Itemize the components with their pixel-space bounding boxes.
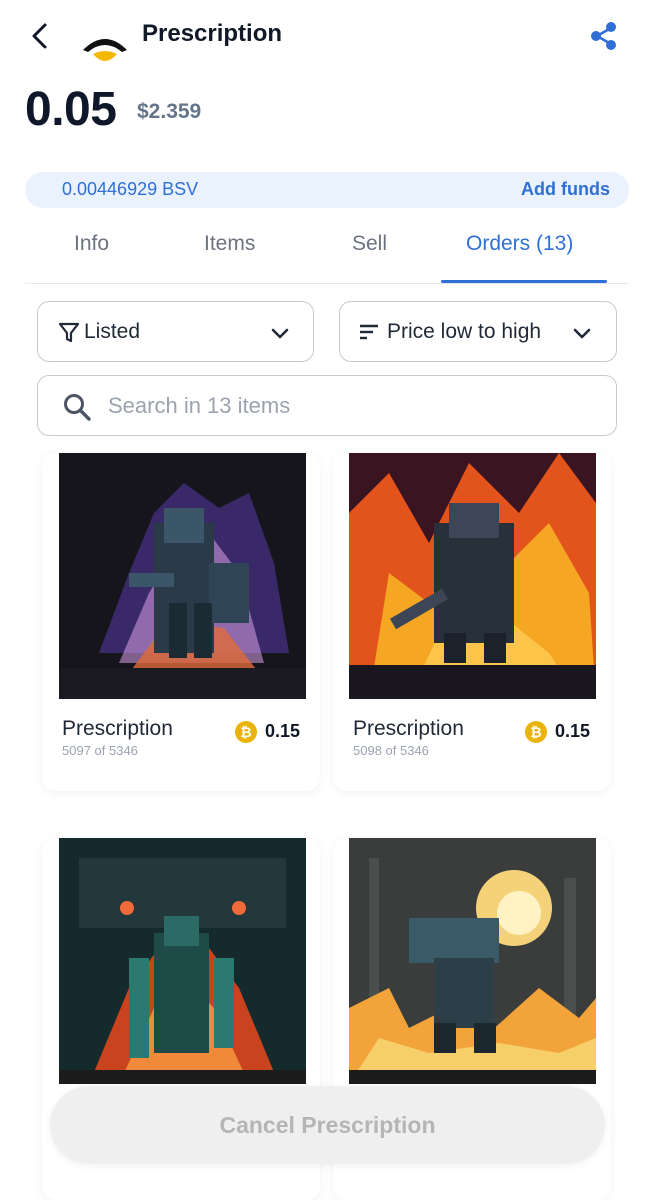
nft-edition: 5097 of 5346 bbox=[62, 743, 138, 758]
cancel-listing-button[interactable]: Cancel Prescription bbox=[50, 1086, 605, 1164]
tab-bar: Info Items Sell Orders (13) bbox=[25, 216, 629, 284]
header: Prescription bbox=[0, 0, 653, 80]
add-funds-button[interactable]: Add funds bbox=[521, 179, 610, 200]
tab-info[interactable]: Info bbox=[74, 232, 109, 256]
nft-price: 0.15 bbox=[555, 721, 591, 741]
nft-card[interactable]: Prescription 5097 of 5346 ₿ 0.15 bbox=[42, 453, 320, 791]
nft-name: Prescription bbox=[62, 717, 173, 740]
share-button[interactable] bbox=[584, 16, 624, 56]
page-title: Prescription bbox=[142, 20, 283, 47]
filter-icon bbox=[58, 322, 80, 343]
bitcoin-coin-icon: ₿ bbox=[525, 721, 547, 743]
nft-card[interactable]: Prescription 5098 of 5346 ₿ 0.15 bbox=[333, 453, 611, 791]
collection-logo bbox=[83, 39, 127, 61]
search-box bbox=[37, 375, 617, 436]
nft-image bbox=[349, 453, 596, 699]
nft-image bbox=[349, 838, 596, 1084]
share-icon bbox=[591, 22, 616, 50]
chevron-down-icon bbox=[271, 328, 289, 339]
tab-active-indicator bbox=[441, 280, 607, 283]
chevron-down-icon bbox=[573, 328, 591, 339]
status-filter-select[interactable]: Listed bbox=[37, 301, 314, 362]
balance-bar: 0.00446929 BSV Add funds bbox=[25, 172, 629, 208]
status-filter-label: Listed bbox=[84, 320, 141, 343]
price-usd: $2.359 bbox=[137, 100, 202, 123]
balance-amount: 0.00446929 BSV bbox=[62, 179, 199, 199]
bitcoin-coin-icon: ₿ bbox=[235, 721, 257, 743]
svg-text:₿: ₿ bbox=[530, 724, 541, 740]
sort-select[interactable]: Price low to high bbox=[339, 301, 617, 362]
back-button[interactable] bbox=[22, 16, 58, 56]
chevron-left-icon bbox=[32, 23, 47, 49]
nft-image bbox=[59, 838, 306, 1084]
search-icon bbox=[64, 394, 91, 421]
tab-orders[interactable]: Orders (13) bbox=[466, 232, 573, 256]
tab-items[interactable]: Items bbox=[204, 232, 255, 256]
tab-sell[interactable]: Sell bbox=[352, 232, 387, 256]
sort-label: Price low to high bbox=[387, 320, 542, 343]
nft-price: 0.15 bbox=[265, 721, 301, 741]
svg-text:₿: ₿ bbox=[240, 724, 251, 740]
sort-icon bbox=[360, 324, 378, 340]
nft-image bbox=[59, 453, 306, 699]
price-amount: 0.05 bbox=[25, 83, 117, 136]
nft-edition: 5098 of 5346 bbox=[353, 743, 429, 758]
nft-name: Prescription bbox=[353, 717, 464, 740]
search-input[interactable] bbox=[108, 386, 598, 426]
